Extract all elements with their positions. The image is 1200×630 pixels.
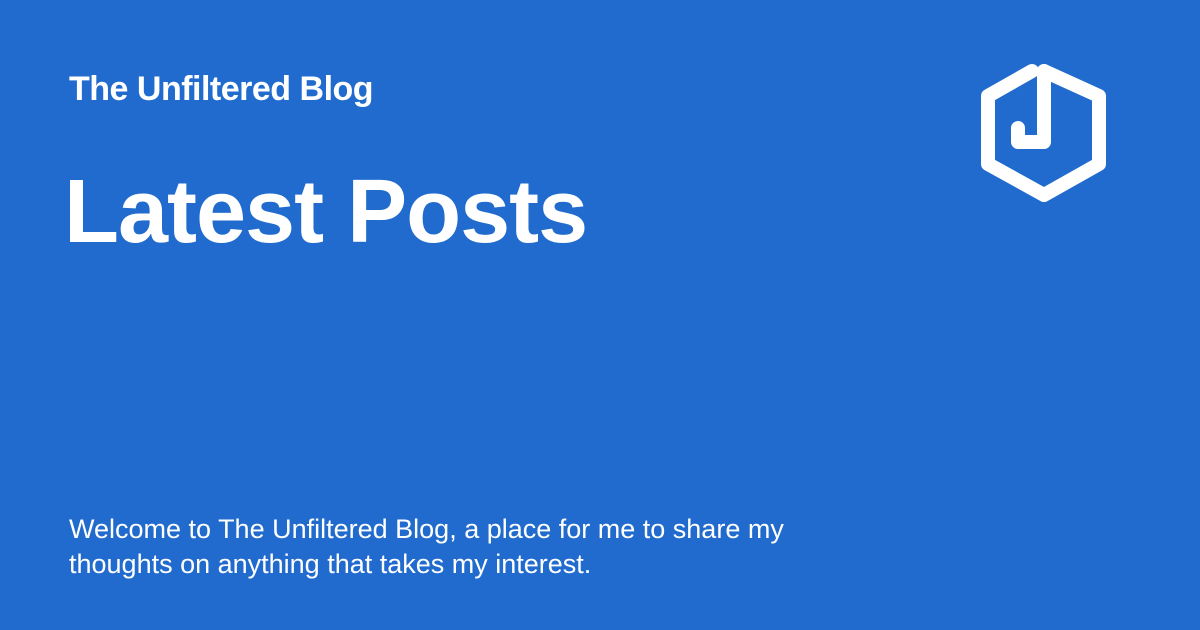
- page-description: Welcome to The Unfiltered Blog, a place …: [69, 514, 784, 579]
- hexagon-j-logo-icon: [980, 62, 1108, 202]
- page-title: Latest Posts: [64, 162, 588, 262]
- social-preview-card: The Unfiltered Blog Latest Posts Welcome…: [0, 0, 1200, 630]
- blog-name: The Unfiltered Blog: [69, 70, 374, 108]
